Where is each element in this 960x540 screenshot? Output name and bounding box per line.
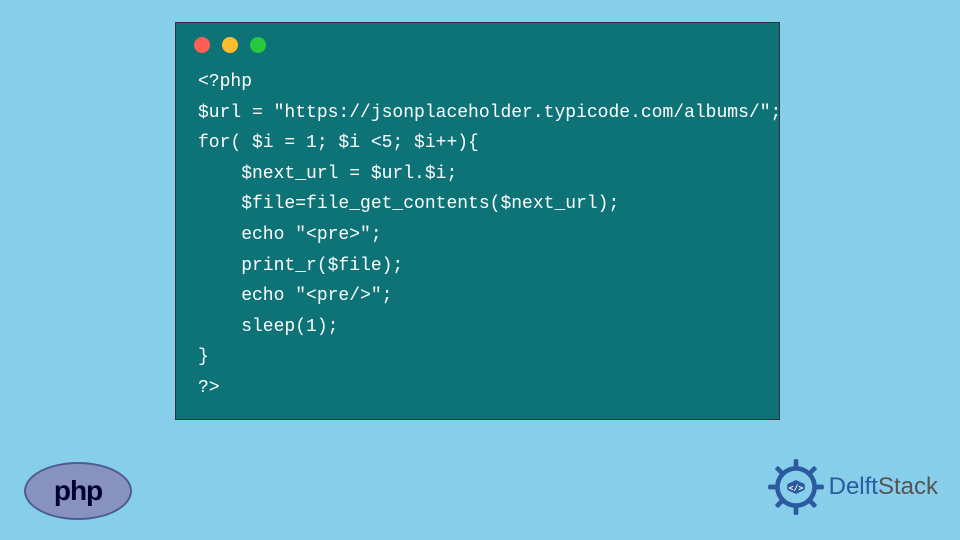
code-line: $file=file_get_contents($next_url); [198, 194, 619, 214]
code-line: echo "<pre>"; [198, 225, 382, 245]
minimize-icon [222, 37, 238, 53]
code-line: } [198, 347, 209, 367]
php-logo-text: php [54, 475, 102, 507]
maximize-icon [250, 37, 266, 53]
code-line: $next_url = $url.$i; [198, 164, 457, 184]
php-logo: php [24, 462, 132, 520]
code-content: <?php $url = "https://jsonplaceholder.ty… [176, 63, 779, 422]
code-line: sleep(1); [198, 317, 338, 337]
code-line: ?> [198, 378, 220, 398]
code-line: echo "<pre/>"; [198, 286, 392, 306]
code-line: print_r($file); [198, 256, 403, 276]
code-line: for( $i = 1; $i <5; $i++){ [198, 133, 479, 153]
gear-icon: </> [767, 458, 825, 516]
window-controls [176, 23, 779, 63]
code-line: <?php [198, 72, 252, 92]
close-icon [194, 37, 210, 53]
code-line: $url = "https://jsonplaceholder.typicode… [198, 103, 781, 123]
code-window: <?php $url = "https://jsonplaceholder.ty… [175, 22, 780, 420]
svg-text:</>: </> [788, 482, 803, 492]
delftstack-text: DelftStack [829, 473, 938, 501]
delftstack-icon: </> [767, 458, 825, 516]
delftstack-logo: </> DelftStack [767, 458, 938, 516]
delft-prefix: Delft [829, 473, 878, 500]
php-logo-ellipse: php [24, 462, 132, 520]
delft-suffix: Stack [878, 473, 938, 500]
